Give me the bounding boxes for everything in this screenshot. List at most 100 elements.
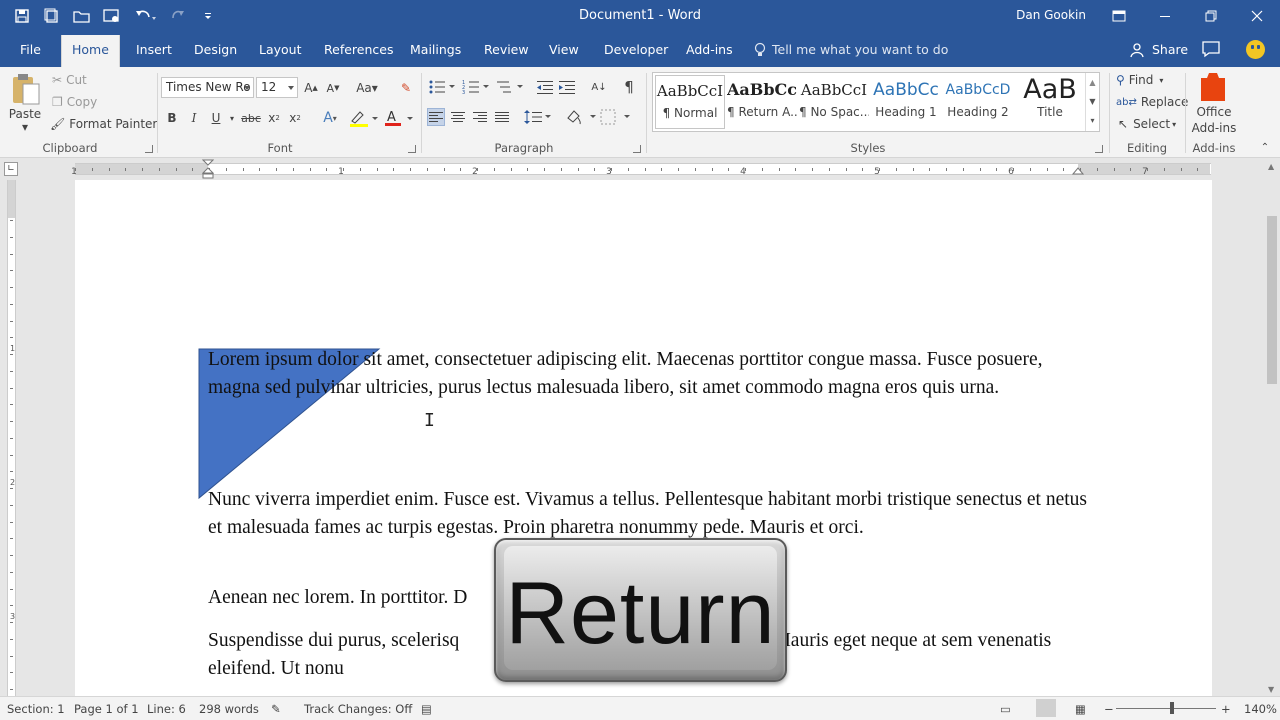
font-size-box[interactable]: 12 <box>256 77 298 98</box>
share-button[interactable]: Share <box>1130 32 1188 67</box>
shading-icon[interactable] <box>566 108 596 126</box>
save-as-icon[interactable] <box>42 6 62 26</box>
feedback-smiley-icon[interactable] <box>1246 40 1265 59</box>
tab-references[interactable]: References <box>314 32 403 67</box>
justify-icon[interactable] <box>493 108 511 126</box>
font-dialog-launcher[interactable] <box>408 145 416 153</box>
style-heading-2[interactable]: AaBbCcD Heading 2 <box>943 75 1013 129</box>
change-case-icon[interactable]: Aa▾ <box>354 79 380 97</box>
style-normal[interactable]: AaBbCcI ¶ Normal <box>655 75 725 129</box>
print-layout-icon[interactable] <box>1036 699 1056 717</box>
zoom-slider-thumb[interactable] <box>1170 702 1174 714</box>
chevron-up-icon[interactable]: ▲ <box>1086 73 1099 92</box>
page-indicator[interactable]: Page 1 of 1 <box>74 702 139 716</box>
line-spacing-icon[interactable] <box>524 108 552 126</box>
tab-design[interactable]: Design <box>184 32 247 67</box>
customize-qat-icon[interactable] <box>198 6 218 26</box>
chevron-down-icon[interactable]: ▾ <box>228 109 236 127</box>
grow-font-icon[interactable]: A ▲ <box>304 79 318 97</box>
section-indicator[interactable]: Section: 1 <box>7 702 65 716</box>
numbering-icon[interactable]: 123 <box>462 78 490 96</box>
subscript-icon[interactable]: x2 <box>266 109 282 127</box>
scrollbar-thumb[interactable] <box>1267 216 1277 384</box>
paragraph-1[interactable]: Lorem ipsum dolor sit amet, consectetuer… <box>208 346 1088 402</box>
office-addins-label[interactable]: Office <box>1188 105 1240 119</box>
show-formatting-marks-icon[interactable]: ¶ <box>620 78 638 96</box>
bold-icon[interactable]: B <box>166 109 178 127</box>
zoom-out-icon[interactable]: − <box>1104 702 1114 716</box>
style-no-spacing[interactable]: AaBbCcI ¶ No Spac... <box>799 75 869 129</box>
office-addins-label-2[interactable]: Add-ins <box>1188 121 1240 135</box>
save-icon[interactable] <box>12 6 32 26</box>
scroll-down-icon[interactable]: ▼ <box>1268 685 1274 694</box>
proofing-icon[interactable]: ✎ <box>271 702 281 716</box>
undo-icon[interactable] <box>132 6 158 26</box>
minimize-icon[interactable] <box>1142 0 1188 32</box>
shrink-font-icon[interactable]: A ▼ <box>326 79 340 97</box>
word-count[interactable]: 298 words <box>199 702 259 716</box>
chevron-down-icon[interactable] <box>288 86 294 90</box>
close-icon[interactable] <box>1234 0 1280 32</box>
tab-layout[interactable]: Layout <box>249 32 312 67</box>
chevron-down-icon[interactable]: ▼ <box>1086 92 1099 111</box>
paragraph-dialog-launcher[interactable] <box>633 145 641 153</box>
zoom-level[interactable]: 140% <box>1244 702 1277 716</box>
zoom-slider[interactable] <box>1116 708 1216 709</box>
highlight-icon[interactable] <box>349 109 379 127</box>
web-layout-icon[interactable]: ▦ <box>1075 702 1086 716</box>
clear-formatting-icon[interactable]: ✎ <box>397 79 415 97</box>
ribbon-display-options-icon[interactable] <box>1096 0 1142 32</box>
multilevel-list-icon[interactable] <box>496 78 524 96</box>
select-button[interactable]: ↖ Select ▾ <box>1118 115 1176 133</box>
style-heading-1[interactable]: AaBbCc Heading 1 <box>871 75 941 129</box>
zoom-in-icon[interactable]: + <box>1221 702 1231 716</box>
chevron-down-icon[interactable] <box>244 86 250 90</box>
increase-indent-icon[interactable] <box>558 78 576 96</box>
style-return-address[interactable]: AaBbCc ¶ Return A... <box>727 75 797 129</box>
clipboard-dialog-launcher[interactable] <box>145 145 153 153</box>
tab-view[interactable]: View <box>539 32 589 67</box>
decrease-indent-icon[interactable] <box>536 78 554 96</box>
tab-developer[interactable]: Developer <box>594 32 678 67</box>
restore-icon[interactable] <box>1188 0 1234 32</box>
macro-recording-icon[interactable]: ▤ <box>421 702 432 716</box>
tab-home[interactable]: Home <box>61 35 120 67</box>
line-indicator[interactable]: Line: 6 <box>147 702 186 716</box>
tab-review[interactable]: Review <box>474 32 539 67</box>
paste-icon[interactable] <box>8 71 44 107</box>
align-left-icon[interactable] <box>427 108 445 126</box>
tab-mailings[interactable]: Mailings <box>400 32 471 67</box>
vertical-scrollbar[interactable]: ▲ ▼ <box>1264 158 1280 696</box>
touch-mode-icon[interactable] <box>102 6 122 26</box>
track-changes-status[interactable]: Track Changes: Off <box>304 702 412 716</box>
styles-dialog-launcher[interactable] <box>1095 145 1103 153</box>
align-center-icon[interactable] <box>449 108 467 126</box>
paragraph-2[interactable]: Nunc viverra imperdiet enim. Fusce est. … <box>208 486 1088 542</box>
strikethrough-icon[interactable]: abc <box>241 109 261 127</box>
style-title[interactable]: AaB Title <box>1015 75 1085 129</box>
tab-file[interactable]: File <box>10 32 51 67</box>
format-painter-button[interactable]: 🖌 Format Painter <box>50 115 157 133</box>
cut-button[interactable]: ✂ Cut <box>52 71 87 89</box>
bullets-icon[interactable] <box>428 78 456 96</box>
font-name-box[interactable]: Times New Ro <box>161 77 254 98</box>
tab-add-ins[interactable]: Add-ins <box>676 32 743 67</box>
office-addins-icon[interactable] <box>1199 72 1227 102</box>
paste-label[interactable]: Paste <box>4 107 46 121</box>
tell-me-box[interactable]: Tell me what you want to do <box>754 32 948 67</box>
redo-icon[interactable] <box>168 6 188 26</box>
tab-insert[interactable]: Insert <box>126 32 182 67</box>
tab-selector-icon[interactable]: ∟ <box>4 162 18 176</box>
user-name[interactable]: Dan Gookin <box>1016 8 1086 22</box>
scroll-up-icon[interactable]: ▲ <box>1268 162 1274 171</box>
collapse-ribbon-icon[interactable]: ⌃ <box>1258 141 1272 153</box>
right-indent-marker-icon[interactable] <box>1072 166 1084 176</box>
comments-icon[interactable] <box>1201 40 1221 61</box>
italic-icon[interactable]: I <box>188 109 200 127</box>
text-effects-icon[interactable]: A ▾ <box>316 109 344 127</box>
styles-gallery-scroll[interactable]: ▲ ▼ ▾ <box>1085 73 1099 131</box>
borders-icon[interactable] <box>600 108 630 126</box>
sort-icon[interactable]: A↓ <box>590 78 608 96</box>
indent-marker-icon[interactable] <box>202 159 214 179</box>
more-styles-icon[interactable]: ▾ <box>1086 111 1099 130</box>
